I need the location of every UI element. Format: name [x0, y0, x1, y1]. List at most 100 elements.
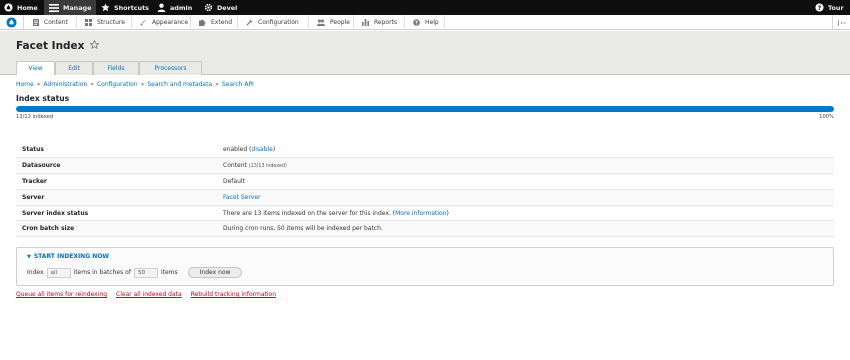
clear-indexed-data-link[interactable]: Clear all indexed data — [116, 291, 182, 298]
index-status-heading: Index status — [16, 94, 70, 103]
server-index-status-suffix: ) — [446, 209, 449, 217]
menu-item-label: Appearance — [152, 19, 189, 26]
server-index-status-value: There are 13 items indexed on the server… — [223, 205, 834, 222]
collapse-arrows-icon — [837, 19, 846, 26]
toolbar-devel-tab[interactable]: Devel — [204, 0, 237, 15]
tracker-label: Tracker — [16, 173, 223, 190]
puzzle-icon — [199, 19, 206, 26]
datasource-label: Datasource — [16, 157, 223, 175]
drupal-logo[interactable] — [0, 15, 24, 30]
table-row: Server index status There are 13 items i… — [16, 205, 834, 222]
batch-size-input[interactable]: 50 — [133, 267, 158, 278]
menu-item-appearance[interactable]: Appearance — [132, 15, 191, 30]
menu-item-label: Help — [425, 19, 439, 26]
index-progress-bar — [16, 106, 834, 112]
user-icon — [157, 3, 166, 12]
server-value: Facet Server — [223, 189, 834, 206]
toolbar-home-label: Home — [17, 3, 38, 12]
breadcrumb-search-metadata[interactable]: Search and metadata — [147, 81, 212, 88]
breadcrumb-separator: » — [140, 81, 145, 88]
menu-item-content[interactable]: Content — [25, 15, 77, 30]
tab-view[interactable]: View — [16, 61, 55, 76]
admin-menu-tray: Content Structure Appearance Extend Conf… — [0, 15, 850, 30]
menu-item-help[interactable]: ? Help — [405, 15, 445, 30]
shortcut-star-icon[interactable] — [90, 39, 100, 52]
datasource-note: (13/13 indexed) — [248, 164, 287, 170]
index-limit-input[interactable]: all — [46, 267, 71, 278]
start-indexing-legend: START INDEXING NOW — [33, 253, 109, 260]
menu-item-label: Content — [44, 19, 68, 26]
status-label: Status — [16, 142, 223, 159]
tab-fields[interactable]: Fields — [93, 61, 139, 75]
menu-item-reports[interactable]: Reports — [354, 15, 405, 30]
table-row: Cron batch size During cron runs, 50 ite… — [16, 220, 834, 238]
svg-text:?: ? — [415, 21, 418, 26]
start-indexing-fieldset: ▼ START INDEXING NOW Index all items in … — [16, 247, 834, 286]
gear-icon — [204, 3, 213, 12]
page-title: Facet Index — [16, 39, 100, 52]
status-value-prefix: enabled ( — [223, 146, 252, 154]
disable-link[interactable]: disable — [251, 146, 272, 153]
cron-batch-size-label: Cron batch size — [16, 220, 223, 238]
breadcrumb-administration[interactable]: Administration — [43, 81, 87, 88]
server-index-status-label: Server index status — [16, 205, 223, 222]
menu-item-people[interactable]: People — [309, 15, 354, 30]
cron-batch-size-value: During cron runs, 50 items will be index… — [223, 220, 834, 238]
breadcrumb-search-api[interactable]: Search API — [222, 81, 254, 88]
index-now-form: Index all items in batches of 50 items I… — [27, 267, 243, 278]
start-indexing-toggle[interactable]: ▼ START INDEXING NOW — [27, 253, 109, 260]
wrench-icon — [246, 19, 253, 26]
breadcrumb-home[interactable]: Home — [16, 81, 34, 88]
status-value: enabled (disable) — [223, 142, 834, 159]
items-label: items — [160, 269, 178, 276]
paintbrush-icon — [140, 19, 147, 26]
toolbar-home-link[interactable]: Home — [4, 0, 38, 15]
menu-item-structure[interactable]: Structure — [77, 15, 132, 30]
tab-processors[interactable]: Processors — [139, 61, 202, 75]
toolbar-manage-tab[interactable]: Manage — [44, 0, 96, 15]
admin-toolbar: Home Manage Shortcuts admin Devel ? Tour — [0, 0, 850, 15]
structure-icon — [85, 19, 92, 26]
breadcrumb-separator: » — [90, 81, 94, 88]
content-icon — [33, 19, 39, 26]
page-title-text: Facet Index — [16, 40, 85, 52]
breadcrumb-separator: » — [36, 81, 41, 88]
menu-item-label: Extend — [211, 19, 232, 26]
toolbar-devel-label: Devel — [217, 3, 238, 12]
batches-label: items in batches of — [73, 269, 131, 276]
breadcrumb: Home » Administration » Configuration » … — [16, 81, 254, 88]
index-now-button[interactable]: Index now — [187, 267, 243, 278]
toolbar-user-tab[interactable]: admin — [157, 0, 192, 15]
toolbar-tour-button[interactable]: ? Tour — [815, 0, 844, 15]
help-icon: ? — [413, 19, 420, 26]
tray-orientation-toggle[interactable] — [832, 15, 850, 30]
index-label: Index — [27, 269, 44, 276]
table-row: Server Facet Server — [16, 189, 834, 206]
datasource-name: Content — [223, 162, 247, 170]
tab-edit[interactable]: Edit — [55, 61, 93, 75]
more-information-link[interactable]: More information — [395, 210, 446, 217]
drupal-logo-icon — [6, 17, 17, 28]
toolbar-shortcuts-tab[interactable]: Shortcuts — [101, 0, 149, 15]
drupal-drop-icon — [4, 3, 13, 12]
rebuild-tracking-link[interactable]: Rebuild tracking information — [191, 291, 276, 298]
server-index-status-prefix: There are 13 items indexed on the server… — [223, 209, 396, 217]
table-row: Datasource Content (13/13 indexed) — [16, 157, 834, 175]
index-details-table: Status enabled (disable) Datasource Cont… — [16, 142, 834, 238]
breadcrumb-configuration[interactable]: Configuration — [97, 81, 138, 88]
queue-reindex-link[interactable]: Queue all items for reindexing — [16, 291, 107, 298]
toolbar-user-label: admin — [170, 3, 193, 12]
menu-item-label: Structure — [97, 19, 125, 26]
server-label: Server — [16, 189, 223, 206]
triangle-down-icon: ▼ — [27, 253, 31, 260]
table-row: Status enabled (disable) — [16, 142, 834, 159]
bar-chart-icon — [362, 19, 369, 26]
toolbar-shortcuts-label: Shortcuts — [114, 3, 149, 12]
menu-item-extend[interactable]: Extend — [191, 15, 238, 30]
menu-icon — [49, 3, 59, 12]
primary-tabs: View Edit Fields Processors — [16, 61, 202, 76]
menu-item-configuration[interactable]: Configuration — [238, 15, 309, 30]
datasource-value: Content (13/13 indexed) — [223, 157, 834, 175]
server-link[interactable]: Facet Server — [223, 194, 261, 201]
help-circle-icon: ? — [815, 3, 824, 12]
